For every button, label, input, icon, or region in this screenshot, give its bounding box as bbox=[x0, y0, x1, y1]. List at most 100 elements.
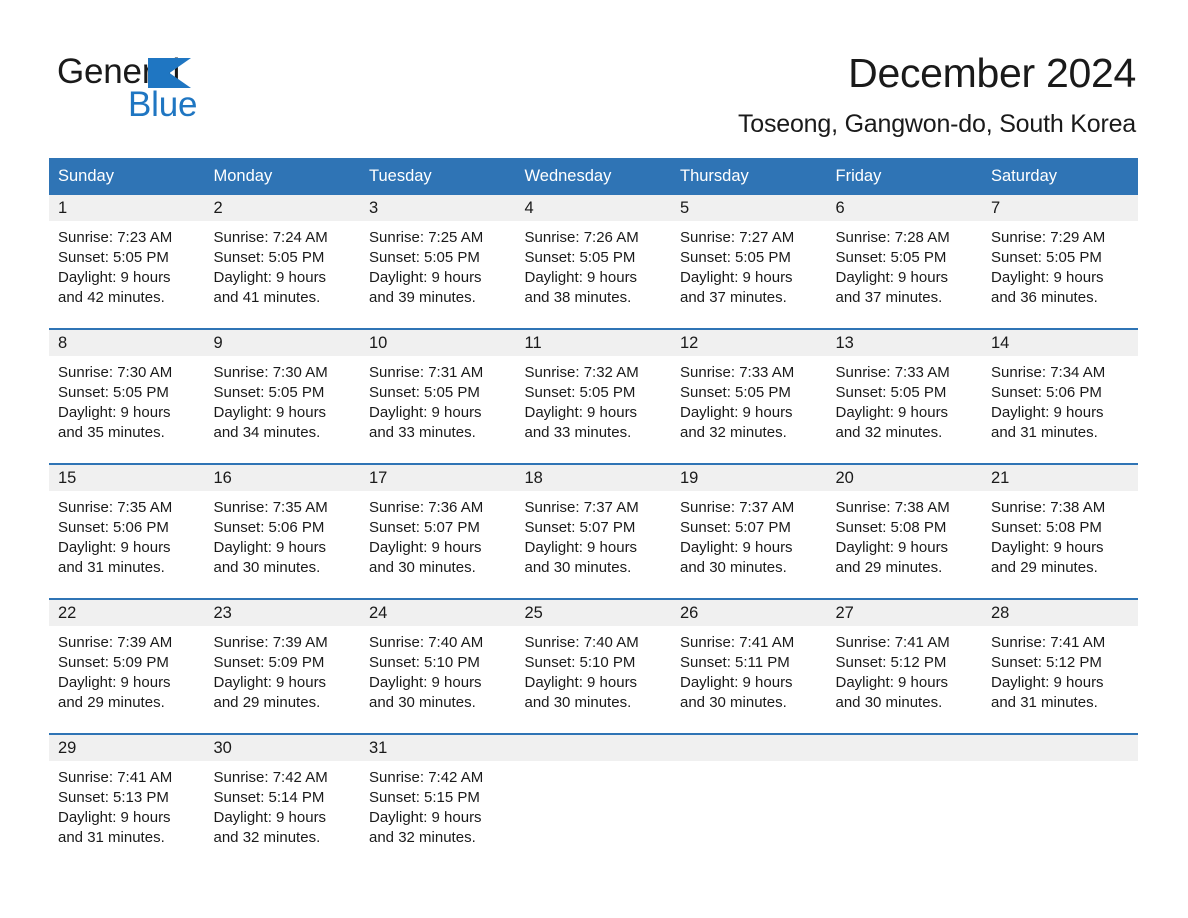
day-number: 28 bbox=[982, 600, 1138, 626]
day-cell-inner: 20 Sunrise: 7:38 AM Sunset: 5:08 PM Dayligh… bbox=[826, 465, 983, 598]
sunset-text: Sunset: 5:05 PM bbox=[369, 384, 480, 401]
calendar-day-cell[interactable]: 27 Sunrise: 7:41 AM Sunset: 5:12 PM Dayligh… bbox=[826, 598, 983, 734]
calendar-day-cell[interactable]: 8 Sunrise: 7:30 AM Sunset: 5:05 PM Daylight… bbox=[49, 328, 205, 464]
day-number bbox=[515, 735, 671, 761]
day-cell-inner: 4 Sunrise: 7:26 AM Sunset: 5:05 PM Daylight… bbox=[515, 195, 671, 328]
calendar-day-cell[interactable]: 23 Sunrise: 7:39 AM Sunset: 5:09 PM Dayligh… bbox=[204, 598, 361, 734]
daylight-text-line1: Daylight: 9 hours bbox=[58, 404, 171, 421]
day-cell-inner: 6 Sunrise: 7:28 AM Sunset: 5:05 PM Daylight… bbox=[826, 195, 982, 328]
daylight-text-line2: and 37 minutes. bbox=[680, 289, 787, 306]
sunset-text: Sunset: 5:06 PM bbox=[991, 384, 1102, 401]
calendar-day-cell[interactable]: 21 Sunrise: 7:38 AM Sunset: 5:08 PM Dayligh… bbox=[982, 463, 1138, 599]
sunrise-text: Sunrise: 7:38 AM bbox=[835, 499, 950, 516]
calendar-day-cell[interactable]: 25 Sunrise: 7:40 AM Sunset: 5:10 PM Dayligh… bbox=[515, 598, 672, 734]
sunset-text: Sunset: 5:05 PM bbox=[213, 384, 325, 401]
calendar-day-cell[interactable]: 3 Sunrise: 7:25 AM Sunset: 5:05 PM Daylight… bbox=[360, 195, 516, 329]
daylight-text-line1: Daylight: 9 hours bbox=[369, 404, 482, 421]
day-details: Sunrise: 7:37 AM Sunset: 5:07 PM Daylight:… bbox=[671, 491, 827, 578]
day-cell-inner: 26 Sunrise: 7:41 AM Sunset: 5:11 PM Dayligh… bbox=[671, 600, 827, 733]
calendar-day-cell[interactable]: 5 Sunrise: 7:27 AM Sunset: 5:05 PM Daylight… bbox=[671, 195, 827, 329]
daylight-text-line2: and 29 minutes. bbox=[835, 559, 943, 576]
sunset-text: Sunset: 5:05 PM bbox=[991, 249, 1102, 266]
day-details: Sunrise: 7:38 AM Sunset: 5:08 PM Daylight:… bbox=[827, 491, 983, 578]
sunset-text: Sunset: 5:08 PM bbox=[991, 519, 1102, 536]
page-header: General Blue December 2024 Toseong, Gang… bbox=[0, 0, 1188, 150]
daylight-text-line1: Daylight: 9 hours bbox=[58, 674, 171, 691]
daylight-text-line1: Daylight: 9 hours bbox=[213, 539, 327, 556]
daylight-text-line2: and 38 minutes. bbox=[524, 289, 632, 306]
calendar-day-cell[interactable]: 13 Sunrise: 7:33 AM Sunset: 5:05 PM Dayligh… bbox=[826, 328, 982, 464]
daylight-text-line1: Daylight: 9 hours bbox=[680, 269, 793, 286]
calendar-day-cell[interactable]: 14 Sunrise: 7:34 AM Sunset: 5:06 PM Dayligh… bbox=[982, 328, 1138, 464]
sunrise-text: Sunrise: 7:42 AM bbox=[369, 769, 484, 786]
calendar-day-cell[interactable]: 1 Sunrise: 7:23 AM Sunset: 5:05 PM Daylight… bbox=[49, 195, 205, 329]
day-number: 6 bbox=[826, 195, 982, 221]
day-details: Sunrise: 7:42 AM Sunset: 5:15 PM Daylight:… bbox=[360, 761, 516, 848]
sunset-text: Sunset: 5:05 PM bbox=[369, 249, 480, 266]
calendar-day-cell[interactable]: 2 Sunrise: 7:24 AM Sunset: 5:05 PM Daylight… bbox=[204, 195, 360, 329]
daylight-text-line1: Daylight: 9 hours bbox=[524, 269, 638, 286]
daylight-text-line1: Daylight: 9 hours bbox=[213, 404, 327, 421]
day-number: 30 bbox=[204, 735, 360, 761]
sunrise-text: Sunrise: 7:23 AM bbox=[58, 229, 173, 246]
sunset-text: Sunset: 5:07 PM bbox=[680, 519, 791, 536]
calendar-day-cell[interactable]: 22 Sunrise: 7:39 AM Sunset: 5:09 PM Dayligh… bbox=[49, 598, 205, 734]
calendar-day-cell[interactable]: 15 Sunrise: 7:35 AM Sunset: 5:06 PM Dayligh… bbox=[49, 463, 205, 599]
generalblue-logo[interactable]: General Blue bbox=[57, 52, 287, 127]
calendar-day-cell[interactable]: 12 Sunrise: 7:33 AM Sunset: 5:05 PM Dayligh… bbox=[671, 328, 827, 464]
day-cell-inner: 15 Sunrise: 7:35 AM Sunset: 5:06 PM Dayligh… bbox=[49, 465, 205, 598]
day-number: 5 bbox=[671, 195, 827, 221]
calendar-day-cell[interactable]: 19 Sunrise: 7:37 AM Sunset: 5:07 PM Dayligh… bbox=[671, 463, 827, 599]
daylight-text-line1: Daylight: 9 hours bbox=[524, 674, 638, 691]
day-number: 18 bbox=[515, 465, 671, 491]
day-details: Sunrise: 7:39 AM Sunset: 5:09 PM Daylight:… bbox=[205, 626, 361, 713]
day-cell-inner: 25 Sunrise: 7:40 AM Sunset: 5:10 PM Dayligh… bbox=[515, 600, 672, 733]
daylight-text-line1: Daylight: 9 hours bbox=[369, 539, 482, 556]
sunrise-text: Sunrise: 7:38 AM bbox=[991, 499, 1106, 516]
daylight-text-line2: and 29 minutes. bbox=[991, 559, 1098, 576]
calendar-day-cell[interactable]: 20 Sunrise: 7:38 AM Sunset: 5:08 PM Dayligh… bbox=[826, 463, 983, 599]
sunset-text: Sunset: 5:07 PM bbox=[524, 519, 636, 536]
calendar-day-cell[interactable]: 17 Sunrise: 7:36 AM Sunset: 5:07 PM Dayligh… bbox=[360, 463, 516, 599]
day-details: Sunrise: 7:40 AM Sunset: 5:10 PM Daylight:… bbox=[516, 626, 672, 713]
day-details: Sunrise: 7:41 AM Sunset: 5:12 PM Daylight:… bbox=[827, 626, 983, 713]
day-number: 3 bbox=[360, 195, 516, 221]
calendar-day-cell[interactable]: 29 Sunrise: 7:41 AM Sunset: 5:13 PM Dayligh… bbox=[49, 733, 205, 853]
calendar-day-cell[interactable]: 16 Sunrise: 7:35 AM Sunset: 5:06 PM Dayligh… bbox=[204, 463, 360, 599]
daylight-text-line2: and 30 minutes. bbox=[213, 559, 321, 576]
calendar-day-cell[interactable]: 10 Sunrise: 7:31 AM Sunset: 5:05 PM Dayligh… bbox=[360, 328, 516, 464]
day-number: 21 bbox=[982, 465, 1138, 491]
calendar-day-cell[interactable]: 30 Sunrise: 7:42 AM Sunset: 5:14 PM Dayligh… bbox=[204, 733, 361, 853]
sunset-text: Sunset: 5:09 PM bbox=[213, 654, 325, 671]
sunrise-text: Sunrise: 7:26 AM bbox=[524, 229, 639, 246]
day-number: 22 bbox=[49, 600, 205, 626]
daylight-text-line1: Daylight: 9 hours bbox=[835, 269, 949, 286]
day-number: 8 bbox=[49, 330, 205, 356]
daylight-text-line2: and 30 minutes. bbox=[369, 559, 476, 576]
calendar-day-cell[interactable]: 28 Sunrise: 7:41 AM Sunset: 5:12 PM Dayligh… bbox=[982, 598, 1138, 734]
calendar-day-cell[interactable]: 18 Sunrise: 7:37 AM Sunset: 5:07 PM Dayligh… bbox=[515, 463, 671, 599]
sunrise-text: Sunrise: 7:35 AM bbox=[58, 499, 173, 516]
calendar-day-cell[interactable]: 11 Sunrise: 7:32 AM Sunset: 5:05 PM Dayligh… bbox=[515, 328, 671, 464]
day-details: Sunrise: 7:27 AM Sunset: 5:05 PM Daylight:… bbox=[671, 221, 827, 308]
calendar-day-cell[interactable]: 4 Sunrise: 7:26 AM Sunset: 5:05 PM Daylight… bbox=[515, 195, 671, 329]
day-cell-inner: 29 Sunrise: 7:41 AM Sunset: 5:13 PM Dayligh… bbox=[49, 735, 205, 853]
sunset-text: Sunset: 5:05 PM bbox=[524, 249, 636, 266]
sunrise-text: Sunrise: 7:33 AM bbox=[680, 364, 795, 381]
day-details: Sunrise: 7:38 AM Sunset: 5:08 PM Daylight:… bbox=[982, 491, 1138, 578]
daylight-text-line2: and 33 minutes. bbox=[369, 424, 476, 441]
day-details: Sunrise: 7:42 AM Sunset: 5:14 PM Daylight:… bbox=[205, 761, 361, 848]
day-cell-inner: 13 Sunrise: 7:33 AM Sunset: 5:05 PM Dayligh… bbox=[826, 330, 982, 463]
day-details: Sunrise: 7:40 AM Sunset: 5:10 PM Daylight:… bbox=[360, 626, 516, 713]
sunrise-text: Sunrise: 7:33 AM bbox=[835, 364, 950, 381]
calendar-day-cell[interactable]: 31 Sunrise: 7:42 AM Sunset: 5:15 PM Dayligh… bbox=[360, 733, 516, 853]
calendar-day-cell[interactable]: 9 Sunrise: 7:30 AM Sunset: 5:05 PM Daylight… bbox=[204, 328, 360, 464]
calendar-day-cell[interactable]: 26 Sunrise: 7:41 AM Sunset: 5:11 PM Dayligh… bbox=[671, 598, 827, 734]
calendar-day-cell[interactable]: 6 Sunrise: 7:28 AM Sunset: 5:05 PM Daylight… bbox=[826, 195, 982, 329]
day-cell-inner: 28 Sunrise: 7:41 AM Sunset: 5:12 PM Dayligh… bbox=[982, 600, 1138, 733]
day-number: 27 bbox=[826, 600, 982, 626]
daylight-text-line1: Daylight: 9 hours bbox=[369, 674, 482, 691]
day-number: 17 bbox=[360, 465, 516, 491]
calendar-day-cell[interactable]: 24 Sunrise: 7:40 AM Sunset: 5:10 PM Dayligh… bbox=[360, 598, 516, 734]
calendar-day-cell[interactable]: 7 Sunrise: 7:29 AM Sunset: 5:05 PM Daylight… bbox=[982, 195, 1138, 329]
